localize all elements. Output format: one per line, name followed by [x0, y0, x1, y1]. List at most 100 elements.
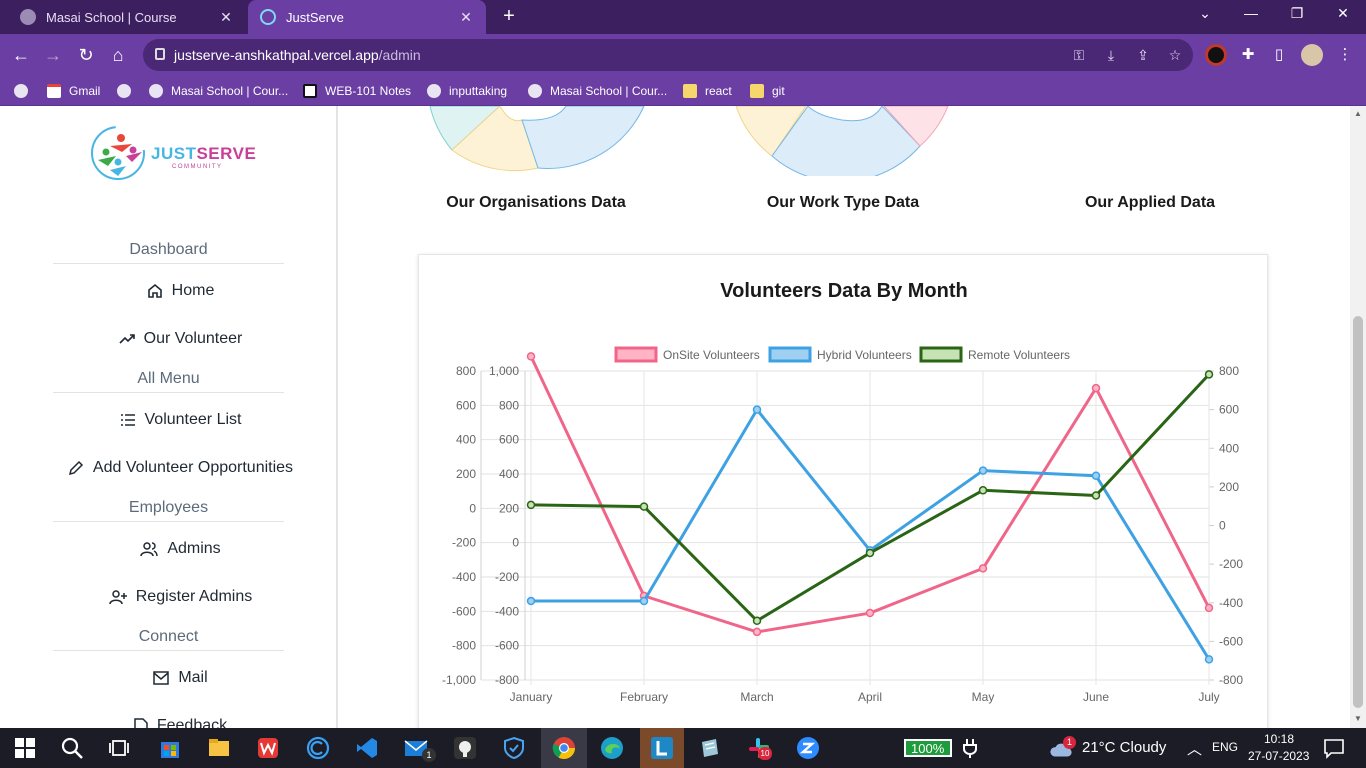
x-axis-tick-label: March: [740, 690, 773, 704]
notifications-icon[interactable]: [1322, 736, 1346, 760]
bookmark-star-icon[interactable]: ☆: [1165, 47, 1185, 64]
recorder-extension-icon[interactable]: [1205, 44, 1227, 66]
bookmark-web101[interactable]: WEB-101 Notes: [303, 82, 411, 100]
y-axis-tick-label: 400: [456, 433, 476, 447]
forward-icon[interactable]: →: [40, 43, 66, 67]
bookmark-react[interactable]: react: [683, 82, 732, 100]
file-explorer-icon[interactable]: [207, 736, 231, 760]
browser-tab-bar: Masai School | Course ✕ JustServe ✕ + ⌄ …: [0, 0, 1366, 34]
clock-time[interactable]: 10:18: [1264, 732, 1294, 746]
github-icon[interactable]: [453, 736, 477, 760]
restore-button[interactable]: ❐: [1282, 5, 1312, 22]
right-axis-tick-label: -800: [1219, 673, 1243, 687]
sidebar-item-feedback[interactable]: Feedback: [40, 711, 321, 728]
weather-text[interactable]: 21°C Cloudy: [1082, 739, 1166, 756]
y-axis-tick-label: -1,000: [442, 673, 476, 687]
new-tab-button[interactable]: +: [498, 5, 520, 27]
edge-icon[interactable]: [600, 736, 624, 760]
store-icon[interactable]: [158, 736, 182, 760]
page-scrollbar[interactable]: ▲ ▼: [1350, 106, 1366, 728]
sidebar-item-admins[interactable]: Admins: [40, 534, 321, 564]
scroll-up-arrow-icon[interactable]: ▲: [1354, 109, 1362, 118]
vscode-icon[interactable]: [355, 736, 379, 760]
section-heading-dashboard: Dashboard: [53, 241, 284, 264]
extensions-icon[interactable]: ✚: [1237, 44, 1259, 66]
clock-date[interactable]: 27-07-2023: [1248, 749, 1309, 763]
data-point: [752, 627, 762, 637]
scroll-down-arrow-icon[interactable]: ▼: [1354, 714, 1362, 723]
apps-icon[interactable]: [14, 82, 28, 100]
sidebar-item-mail[interactable]: Mail: [40, 663, 321, 693]
legend-swatch: [768, 346, 812, 363]
y-axis-tick-label: -600: [452, 604, 476, 618]
sidebar: JUSTSERVE COMMUNITY Dashboard Home Our V…: [0, 106, 338, 728]
sidebar-item-label: Our Volunteer: [143, 330, 243, 347]
side-panel-icon[interactable]: ▯: [1268, 44, 1290, 66]
sidebar-item-home[interactable]: Home: [40, 276, 321, 306]
close-tab-icon[interactable]: ✕: [458, 9, 474, 26]
justserve-logo[interactable]: JUSTSERVE COMMUNITY: [88, 122, 258, 186]
input-language[interactable]: ENG: [1212, 740, 1238, 754]
profile-avatar[interactable]: [1301, 44, 1323, 66]
bookmark-masai-1[interactable]: Masai School | Cour...: [149, 82, 288, 100]
bookmark-gmail[interactable]: Gmail: [47, 82, 100, 100]
show-hidden-icons-icon[interactable]: ︿: [1187, 738, 1202, 759]
bookmark-git[interactable]: git: [750, 82, 785, 100]
x-axis-tick-label: April: [858, 690, 882, 704]
defender-icon[interactable]: [502, 736, 526, 760]
home-icon[interactable]: ⌂: [105, 43, 131, 67]
globe-icon[interactable]: [117, 82, 131, 100]
y-axis-secondary-tick-label: 200: [499, 501, 519, 515]
sidebar-item-add-volunteer-opportunities[interactable]: Add Volunteer Opportunities: [40, 453, 321, 483]
battery-indicator[interactable]: 100%: [904, 739, 952, 757]
react-icon: [260, 9, 276, 25]
mail-badge: 1: [422, 748, 436, 762]
data-point: [1204, 370, 1214, 379]
minimize-button[interactable]: —: [1236, 5, 1266, 21]
right-axis-tick-label: 0: [1219, 519, 1226, 533]
section-heading-all-menu: All Menu: [53, 370, 284, 393]
power-plug-icon[interactable]: [958, 736, 982, 760]
key-icon[interactable]: ⚿: [1069, 47, 1089, 64]
reload-icon[interactable]: ↻: [73, 43, 99, 67]
section-heading-connect: Connect: [53, 628, 284, 651]
close-window-button[interactable]: ✕: [1328, 5, 1358, 22]
main-content: Our Organisations Data Our Work Type Dat…: [340, 106, 1350, 728]
chrome-icon[interactable]: [552, 736, 576, 760]
url-bar[interactable]: justserve-anshkathpal.vercel.app/admin ⚿…: [143, 39, 1193, 71]
share-icon[interactable]: ⇪: [1133, 47, 1153, 64]
tab-title: Masai School | Course: [46, 9, 177, 25]
ccleaner-icon[interactable]: [306, 736, 330, 760]
logo-text: JUSTSERVE: [151, 144, 257, 163]
sidebar-item-volunteer-list[interactable]: Volunteer List: [40, 405, 321, 435]
bookmarks-bar: Gmail Masai School | Cour... WEB-101 Not…: [0, 76, 1366, 106]
y-axis-secondary-tick-label: 600: [499, 433, 519, 447]
scrollbar-thumb[interactable]: [1353, 316, 1363, 708]
notes-app-icon[interactable]: [698, 736, 722, 760]
tab-masai-course[interactable]: Masai School | Course ✕: [8, 0, 246, 34]
donut-label-organisations: Our Organisations Data: [446, 194, 626, 211]
tab-search-icon[interactable]: ⌄: [1190, 5, 1220, 22]
l-app-icon[interactable]: [650, 736, 674, 760]
bookmark-inputtaking[interactable]: inputtaking: [427, 82, 507, 100]
close-tab-icon[interactable]: ✕: [218, 9, 234, 26]
bookmark-masai-2[interactable]: Masai School | Cour...: [528, 82, 667, 100]
back-icon[interactable]: ←: [8, 43, 34, 67]
wps-office-icon[interactable]: [256, 736, 280, 760]
tab-justserve[interactable]: JustServe ✕: [248, 0, 486, 34]
data-point: [526, 352, 536, 361]
legend-label: Hybrid Volunteers: [817, 348, 912, 362]
data-point: [1204, 655, 1214, 664]
sidebar-item-register-admins[interactable]: Register Admins: [40, 582, 321, 612]
search-icon[interactable]: [60, 736, 84, 760]
sidebar-item-our-volunteer[interactable]: Our Volunteer: [40, 324, 321, 354]
windows-start-icon[interactable]: [13, 736, 37, 760]
data-point: [752, 616, 762, 626]
install-icon[interactable]: ⤓: [1101, 47, 1121, 64]
data-point: [1091, 383, 1101, 393]
data-point: [526, 596, 536, 606]
menu-kebab-icon[interactable]: ⋮: [1334, 44, 1356, 66]
folder-icon: [750, 84, 764, 98]
zoom-icon[interactable]: [796, 736, 820, 760]
task-view-icon[interactable]: [107, 736, 131, 760]
